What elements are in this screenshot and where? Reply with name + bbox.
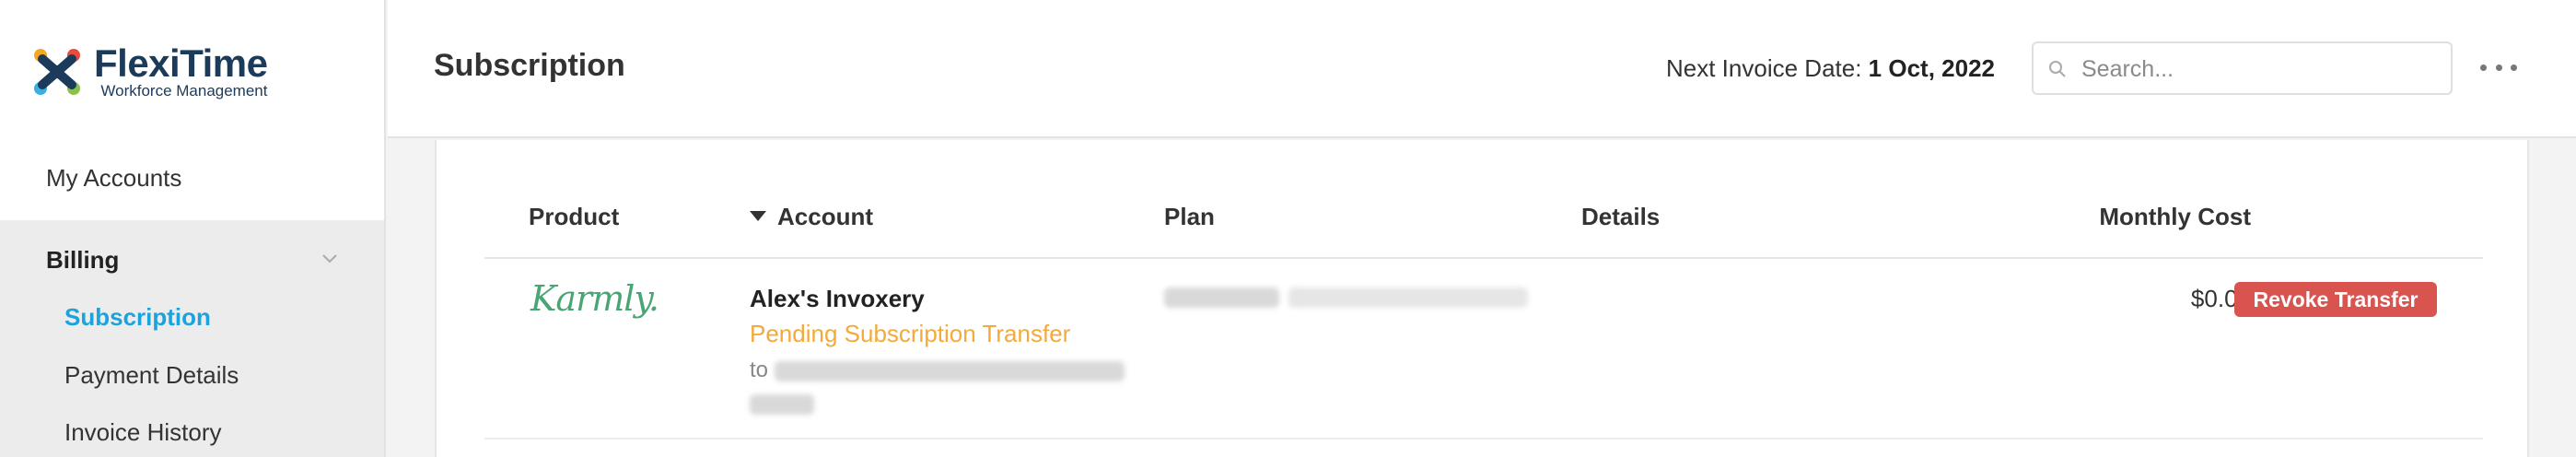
billing-section: Billing Subscription Payment Details Inv… (0, 220, 384, 457)
transfer-recipient: to (750, 354, 1136, 420)
brand-tagline: Workforce Management (100, 82, 268, 100)
pending-transfer-status: Pending Subscription Transfer (750, 320, 1071, 347)
nav-billing[interactable]: Billing (46, 246, 119, 275)
chevron-down-icon[interactable] (320, 248, 340, 268)
monthly-cost-value: $0.00 (2190, 285, 2251, 312)
row-divider (484, 438, 2483, 439)
next-invoice-label: Next Invoice Date: (1666, 54, 1862, 82)
search-icon (2049, 61, 2066, 77)
flexitime-logo[interactable]: FlexiTime Workforce Management (29, 35, 268, 109)
search-box[interactable] (2032, 41, 2453, 95)
redacted-email-continued (750, 393, 814, 415)
page-header: Subscription Next Invoice Date: 1 Oct, 2… (388, 0, 2576, 138)
column-header-plan: Plan (1164, 203, 1215, 230)
nav-payment-details[interactable]: Payment Details (64, 361, 239, 390)
transfer-to-prefix: to (750, 357, 769, 382)
account-name: Alex's Invoxery (750, 285, 925, 312)
header-divider (484, 257, 2483, 259)
nav-subscription[interactable]: Subscription (64, 303, 211, 332)
subscription-table-card: Product Account Plan Details Monthly Cos… (435, 140, 2529, 457)
brand-name: FlexiTime (94, 41, 268, 85)
karmly-logo: Karmly. (530, 278, 659, 319)
next-invoice-value: 1 Oct, 2022 (1868, 54, 1995, 82)
more-options-icon[interactable] (2480, 53, 2517, 81)
flexitime-logo-icon (29, 44, 85, 100)
redacted-plan (1164, 287, 1529, 308)
column-header-account[interactable]: Account (750, 203, 873, 231)
page-title: Subscription (434, 48, 625, 83)
revoke-transfer-button[interactable]: Revoke Transfer (2234, 282, 2437, 317)
sidebar: FlexiTime Workforce Management My Accoun… (0, 0, 386, 457)
nav-invoice-history[interactable]: Invoice History (64, 418, 222, 447)
next-invoice-date: Next Invoice Date: 1 Oct, 2022 (1666, 54, 1995, 83)
column-header-details: Details (1581, 203, 1661, 230)
column-header-product: Product (529, 203, 620, 230)
sort-descending-icon[interactable] (750, 210, 766, 221)
column-header-monthly-cost: Monthly Cost (2099, 203, 2251, 230)
search-input[interactable] (2081, 53, 2441, 86)
redacted-email (774, 360, 1125, 381)
nav-my-accounts[interactable]: My Accounts (46, 164, 181, 193)
